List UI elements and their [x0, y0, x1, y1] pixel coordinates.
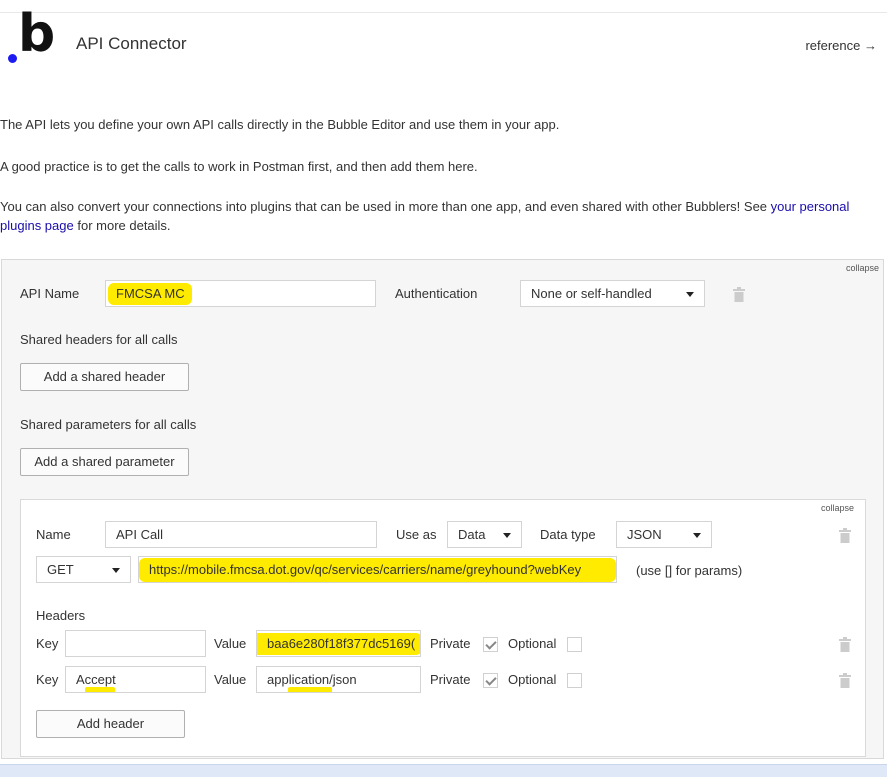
shared-headers-label: Shared headers for all calls	[20, 332, 178, 347]
logo-dot-icon	[8, 54, 17, 63]
bottom-bar	[0, 764, 887, 777]
data-type-value: JSON	[627, 527, 662, 542]
trash-icon[interactable]	[733, 287, 745, 302]
add-shared-header-button[interactable]: Add a shared header	[20, 363, 189, 391]
trash-icon[interactable]	[839, 637, 851, 652]
call-name-value: API Call	[116, 527, 163, 542]
http-method-value: GET	[47, 562, 74, 577]
caret-down-icon	[503, 533, 511, 538]
caret-down-icon	[693, 533, 701, 538]
intro-paragraph-2: A good practice is to get the calls to w…	[0, 159, 478, 174]
authentication-label: Authentication	[395, 286, 478, 301]
private-checkbox[interactable]	[483, 637, 498, 652]
call-collapse-link[interactable]: collapse	[821, 503, 854, 513]
caret-down-icon	[112, 568, 120, 573]
api-name-input[interactable]: FMCSA MC	[105, 280, 376, 307]
params-hint: (use [] for params)	[636, 563, 743, 578]
reference-link[interactable]: reference →	[805, 38, 877, 53]
data-type-label: Data type	[540, 527, 596, 542]
header-key-input[interactable]	[65, 630, 206, 657]
intro-paragraph-3: You can also convert your connections in…	[0, 197, 880, 235]
header-value-label: Value	[214, 672, 247, 687]
call-name-label: Name	[36, 527, 71, 542]
optional-checkbox[interactable]	[567, 673, 582, 688]
use-as-label: Use as	[396, 527, 437, 542]
api-name-value: FMCSA MC	[116, 286, 185, 301]
private-checkbox[interactable]	[483, 673, 498, 688]
shared-params-label: Shared parameters for all calls	[20, 417, 197, 432]
use-as-value: Data	[458, 527, 486, 542]
caret-down-icon	[686, 292, 694, 297]
optional-checkbox[interactable]	[567, 637, 582, 652]
private-label: Private	[430, 636, 471, 651]
optional-label: Optional	[508, 672, 557, 687]
bubble-logo: b	[8, 8, 58, 68]
authentication-select[interactable]: None or self-handled	[520, 280, 705, 307]
header-value-input[interactable]: application/json	[256, 666, 421, 693]
highlight-mark	[85, 687, 115, 692]
trash-icon[interactable]	[839, 673, 851, 688]
header-key-value: Accept	[76, 672, 116, 687]
top-divider	[0, 12, 887, 13]
headers-label: Headers	[36, 608, 86, 623]
header-value-input[interactable]: baa6e280f18f377dc5169(	[256, 630, 421, 657]
plugin-title: API Connector	[76, 34, 187, 53]
use-as-select[interactable]: Data	[447, 521, 522, 548]
header-key-input[interactable]: Accept	[65, 666, 206, 693]
header-value-label: Value	[214, 636, 247, 651]
add-shared-parameter-button[interactable]: Add a shared parameter	[20, 448, 189, 476]
intro-paragraph-1: The API lets you define your own API cal…	[0, 117, 560, 132]
private-label: Private	[430, 672, 471, 687]
trash-icon[interactable]	[839, 528, 851, 543]
authentication-value: None or self-handled	[531, 286, 652, 301]
logo-letter: b	[18, 4, 56, 64]
api-collapse-link[interactable]: collapse	[846, 263, 879, 273]
url-value: https://mobile.fmcsa.dot.gov/qc/services…	[149, 562, 582, 577]
header-value-value: application/json	[267, 672, 357, 687]
header-key-label: Key	[36, 672, 59, 687]
optional-label: Optional	[508, 636, 557, 651]
api-name-label: API Name	[20, 286, 80, 301]
header-key-label: Key	[36, 636, 59, 651]
url-input[interactable]: https://mobile.fmcsa.dot.gov/qc/services…	[138, 556, 617, 583]
highlight-mark	[288, 687, 332, 692]
intro-text-end: for more details.	[73, 218, 171, 233]
intro-text: You can also convert your connections in…	[0, 199, 771, 214]
call-name-input[interactable]: API Call	[105, 521, 377, 548]
http-method-select[interactable]: GET	[36, 556, 131, 583]
header-value-value: baa6e280f18f377dc5169(	[267, 636, 416, 651]
data-type-select[interactable]: JSON	[616, 521, 712, 548]
add-header-button[interactable]: Add header	[36, 710, 185, 738]
